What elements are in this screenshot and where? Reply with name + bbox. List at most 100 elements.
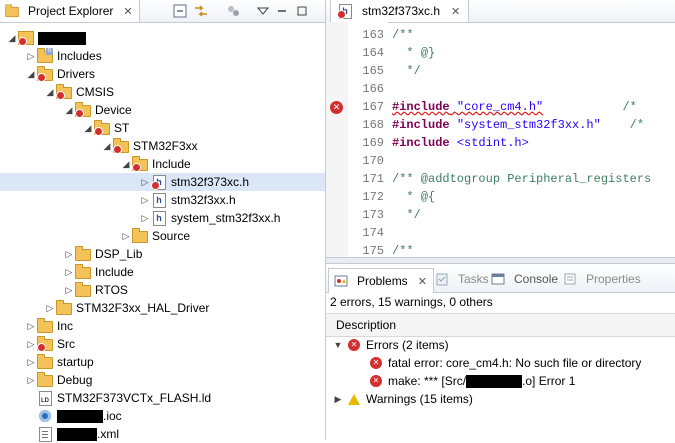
tab-tasks[interactable]: Tasks [434,269,489,289]
tree-item[interactable]: ▷ Inc [0,317,325,335]
chevron-down-icon[interactable]: ◢ [82,122,94,134]
chevron-down-icon[interactable]: ◢ [101,140,113,152]
tree-item-label: system_stm32f3xx.h [171,211,281,225]
ioc-file-icon [37,408,53,424]
tree-item[interactable]: ▷ h stm32f3xx.h [0,191,325,209]
folder-icon [37,354,53,370]
warnings-group-row[interactable]: ▶ Warnings (15 items) [326,390,675,408]
tree-item[interactable]: ▷ h Includes [0,47,325,65]
chevron-right-icon[interactable]: ▷ [63,284,75,296]
tree-item-label: RTOS [95,283,128,297]
tree-item[interactable]: ◢ Include [0,155,325,173]
chevron-down-icon[interactable]: ▼ [332,340,344,350]
chevron-down-icon[interactable]: ◢ [120,158,132,170]
project-explorer-view: Project Explorer ✕ ◢ ▷ h Includes ◢ Drivers ◢ C… [0,0,326,443]
chevron-right-icon[interactable]: ▷ [139,194,151,206]
filters-icon[interactable] [225,3,241,19]
tree-item[interactable]: ▷ Source [0,227,325,245]
tree-item[interactable]: LD STM32F373VCTx_FLASH.ld [0,389,325,407]
minimize-icon[interactable] [274,3,290,19]
tree-item[interactable]: ◢ ST [0,119,325,137]
error-icon: ✕ [370,357,382,369]
maximize-icon[interactable] [294,3,310,19]
tree-item-label: Includes [57,49,102,63]
view-menu-icon[interactable] [255,3,271,19]
chevron-right-icon[interactable]: ▶ [332,394,344,405]
tree-item[interactable]: ◢ CMSIS [0,83,325,101]
code-line: #include "system_stm32f3xx.h" /* [392,116,644,134]
header-file-icon: h [151,192,167,208]
annotation-ruler [326,22,348,262]
tree-item[interactable]: ▷ Include [0,263,325,281]
link-with-editor-icon[interactable] [193,3,209,19]
tree-item[interactable]: ◢ Device [0,101,325,119]
chevron-right-icon[interactable]: ▷ [25,338,37,350]
close-icon[interactable]: ✕ [123,5,132,18]
tree-item[interactable]: ▷ h system_stm32f3xx.h [0,209,325,227]
tree-item[interactable]: ◢ [0,29,325,47]
close-icon[interactable]: ✕ [418,275,427,288]
tree-item[interactable]: ▷ startup [0,353,325,371]
line-number: 170 [362,154,384,168]
tree-item-label: STM32F3xx [133,139,198,153]
problem-row[interactable]: ✕ make: *** [Src/ .o] Error 1 [326,372,675,390]
errors-group-row[interactable]: ▼ ✕ Errors (2 items) [326,336,675,354]
chevron-down-icon[interactable]: ◢ [44,86,56,98]
problem-row[interactable]: ✕ fatal error: core_cm4.h: No such file … [326,354,675,372]
chevron-right-icon[interactable]: ▷ [139,212,151,224]
tree-item[interactable]: ◢ STM32F3xx [0,137,325,155]
tree-item[interactable]: ▷ Debug [0,371,325,389]
collapse-all-icon[interactable] [172,3,188,19]
warnings-group-label: Warnings (15 items) [366,392,473,406]
tree-item-label: Debug [57,373,93,387]
chevron-right-icon[interactable]: ▷ [63,248,75,260]
code-line: */ [392,206,420,224]
tab-console[interactable]: Console [490,269,558,289]
chevron-down-icon[interactable]: ◢ [25,68,37,80]
folder-icon [37,372,53,388]
tree-item-label: Device [95,103,132,117]
tree-item[interactable]: ▷ DSP_Lib [0,245,325,263]
code-token: <stdint.h> [456,136,529,150]
code-token: #include [392,136,450,150]
code-token: "core_cm4.h" [456,100,544,114]
chevron-right-icon[interactable]: ▷ [120,230,132,242]
tree-item[interactable]: ▷ STM32F3xx_HAL_Driver [0,299,325,317]
close-icon[interactable]: ✕ [451,5,460,18]
tree-item[interactable]: ▷ h stm32f373xc.h [0,173,325,191]
column-header-label: Description [336,318,397,332]
description-column-header[interactable]: Description [326,313,675,337]
tree-item[interactable]: ▷ RTOS [0,281,325,299]
tree-item-label: .xml [97,427,119,441]
tree-item[interactable]: .ioc [0,407,325,425]
folder-icon [113,138,129,154]
code-token: #include [392,100,450,114]
folder-icon [132,228,148,244]
folder-icon [37,336,53,352]
tree-item-label: CMSIS [76,85,115,99]
error-marker-icon[interactable]: ✕ [330,101,343,114]
console-icon [490,271,506,287]
code-area[interactable]: /** * @} */#include "core_cm4.h" /* #incl… [392,22,675,262]
line-number: 173 [362,208,384,222]
tree-item[interactable]: ◢ Drivers [0,65,325,83]
chevron-right-icon[interactable]: ▷ [25,50,37,62]
line-number: 169 [362,136,384,150]
chevron-right-icon[interactable]: ▷ [63,266,75,278]
chevron-right-icon[interactable]: ▷ [25,356,37,368]
tree-item[interactable]: ▷ Src [0,335,325,353]
folder-icon [75,264,91,280]
chevron-right-icon[interactable]: ▷ [44,302,56,314]
tab-properties[interactable]: Properties [562,269,641,289]
tree-item[interactable]: .xml [0,425,325,443]
chevron-right-icon[interactable]: ▷ [25,320,37,332]
chevron-down-icon[interactable]: ◢ [63,104,75,116]
chevron-right-icon[interactable]: ▷ [25,374,37,386]
project-explorer-tab[interactable]: Project Explorer ✕ [0,0,140,22]
tab-problems[interactable]: Problems ✕ [328,268,434,293]
line-number: 167 [362,100,384,114]
editor-tab-stm32f373xc[interactable]: h stm32f373xc.h ✕ [330,0,470,22]
chevron-right-icon[interactable]: ▷ [139,176,151,188]
tree-item-label: stm32f373xc.h [171,175,250,189]
chevron-down-icon[interactable]: ◢ [6,32,18,44]
